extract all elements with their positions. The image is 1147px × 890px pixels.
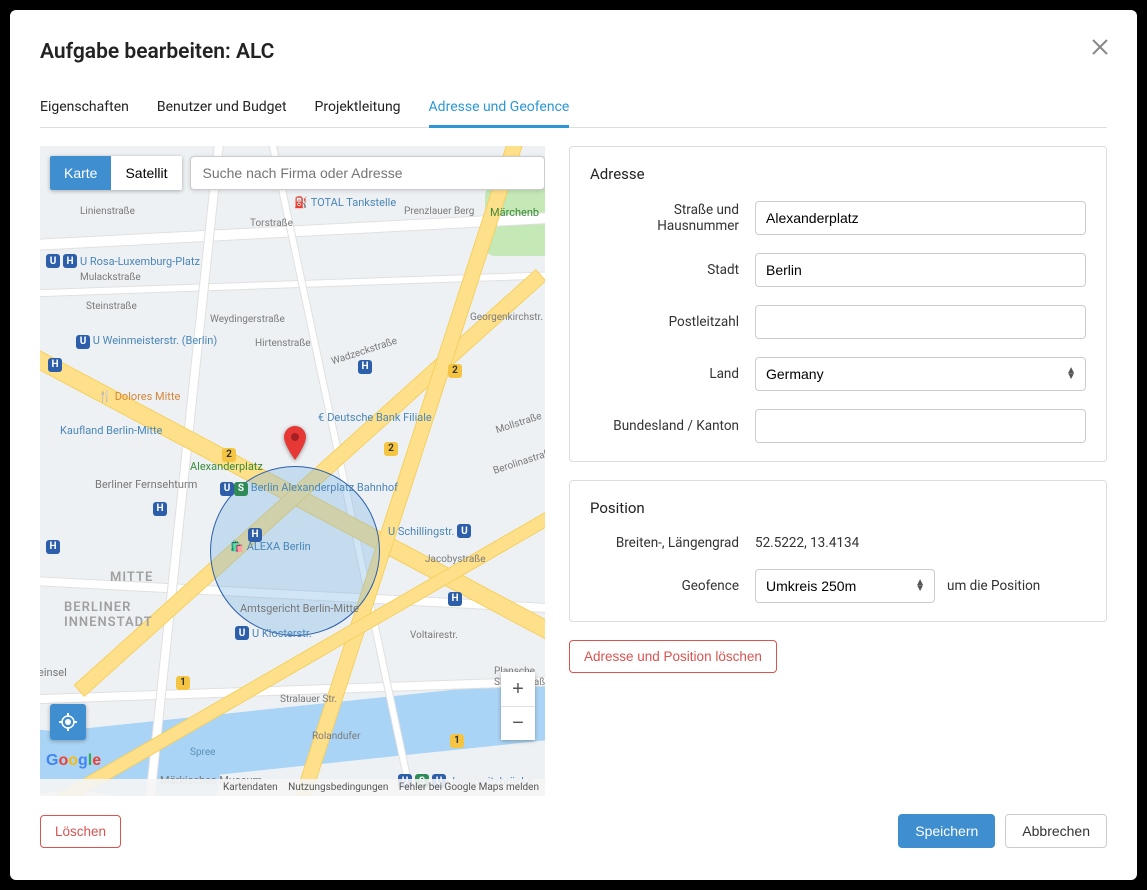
highway-badge: 1 — [176, 676, 190, 690]
map-attribution: Kartendaten Nutzungsbedingungen Fehler b… — [40, 779, 545, 796]
latlng-label: Breiten-, Längengrad — [590, 535, 755, 551]
highway-badge: 2 — [222, 448, 236, 462]
road-label: Mulackstraße — [80, 272, 141, 283]
district-label: MITTE — [110, 570, 153, 585]
road-label: Steinstraße — [86, 301, 137, 312]
geofence-label: Geofence — [590, 578, 755, 594]
modal-footer: Löschen Speichern Abbrechen — [40, 814, 1107, 848]
state-label: Bundesland / Kanton — [590, 418, 755, 434]
map-type-karte[interactable]: Karte — [50, 156, 111, 190]
transit-stop-icon: H — [248, 528, 262, 542]
highway-badge: 1 — [450, 734, 464, 748]
poi-kaufland: Kaufland Berlin-Mitte — [60, 424, 162, 437]
zoom-in-button[interactable]: + — [501, 672, 535, 706]
poi-amtsgericht: Amtsgericht Berlin-Mitte — [240, 602, 359, 615]
google-logo: Google — [46, 752, 101, 770]
map-search-input[interactable] — [190, 156, 545, 190]
map-footer-report[interactable]: Fehler bei Google Maps melden — [399, 782, 539, 793]
state-input[interactable] — [755, 409, 1086, 443]
tabs: Eigenschaften Benutzer und Budget Projek… — [40, 88, 1107, 128]
delete-button[interactable]: Löschen — [40, 815, 121, 848]
map[interactable]: Torstraße Linienstraße Mulackstraße Stei… — [40, 146, 545, 796]
zip-input[interactable] — [755, 305, 1086, 339]
position-panel-title: Position — [590, 499, 1086, 517]
tab-benutzer-budget[interactable]: Benutzer und Budget — [157, 89, 287, 128]
save-button[interactable]: Speichern — [898, 814, 995, 848]
map-footer-kartendaten[interactable]: Kartendaten — [223, 782, 278, 793]
district-label: BERLINER INNENSTADT — [64, 600, 153, 630]
street-input[interactable] — [755, 201, 1086, 235]
geofence-suffix: um die Position — [947, 578, 1040, 594]
transit-stop-icon: H — [153, 502, 167, 516]
poi-klosterstr: UU Klosterstr. — [235, 626, 312, 640]
poi-rosa-luxemburg: UHU Rosa-Luxemburg-Platz — [46, 254, 200, 268]
road-label: Hirtenstraße — [255, 338, 311, 349]
poi-total-tankstelle: ⛽TOTAL Tankstelle — [294, 196, 396, 209]
locate-button[interactable] — [50, 704, 86, 740]
cancel-button[interactable]: Abbrechen — [1005, 814, 1107, 848]
zoom-controls: + − — [501, 672, 535, 740]
poi-alexanderplatz: Alexanderplatz — [190, 460, 263, 473]
address-panel: Adresse Straße und Hausnummer Stadt Post… — [569, 146, 1107, 462]
map-marker-icon[interactable] — [284, 426, 306, 460]
map-type-satellit[interactable]: Satellit — [111, 156, 181, 190]
poi-schillingstr: U Schillingstr.U — [388, 524, 471, 538]
modal-title: Aufgabe bearbeiten: ALC — [40, 40, 1107, 64]
map-footer-terms[interactable]: Nutzungsbedingungen — [288, 782, 388, 793]
close-button[interactable] — [1091, 38, 1109, 56]
road-label: Weydingerstraße — [210, 314, 285, 325]
poi-fernsehturm: Berliner Fernsehturm — [95, 478, 197, 491]
map-type-toggle: Karte Satellit — [50, 156, 182, 190]
city-label: Stadt — [590, 262, 755, 278]
clear-address-button[interactable]: Adresse und Position löschen — [569, 640, 777, 673]
country-label: Land — [590, 366, 755, 382]
poi-alex-bahnhof: US Berlin Alexanderplatz Bahnhof — [220, 481, 398, 496]
highway-badge: 2 — [384, 442, 398, 456]
road-label: Georgenkirchstr. — [470, 312, 543, 323]
transit-stop-icon: H — [448, 592, 462, 606]
geofence-select[interactable]: Umkreis 250m — [755, 569, 935, 603]
transit-stop-icon: H — [48, 358, 62, 372]
street-label: Straße und Hausnummer — [590, 202, 755, 234]
tab-adresse-geofence[interactable]: Adresse und Geofence — [429, 89, 570, 128]
tab-eigenschaften[interactable]: Eigenschaften — [40, 89, 129, 128]
road-label: Voltairestr. — [410, 630, 458, 641]
country-select[interactable]: Germany — [755, 357, 1086, 391]
road-label: Stralauer Str. — [280, 694, 337, 705]
poi-weinmeister: U U Weinmeisterstr. (Berlin) — [76, 334, 217, 349]
water-label: Spree — [190, 747, 215, 758]
road-label: Torstraße — [250, 218, 293, 229]
road-label: Linienstraße — [80, 206, 135, 217]
poi-marchenb: Märchenb — [490, 206, 539, 219]
edit-task-modal: Aufgabe bearbeiten: ALC Eigenschaften Be… — [10, 10, 1137, 880]
latlng-value: 52.5222, 13.4134 — [755, 535, 1086, 551]
tab-projektleitung[interactable]: Projektleitung — [315, 89, 401, 128]
transit-stop-icon: H — [46, 540, 60, 554]
poi-dolores: 🍴Dolores Mitte — [98, 390, 180, 403]
position-panel: Position Breiten-, Längengrad 52.5222, 1… — [569, 480, 1107, 622]
transit-stop-icon: H — [358, 360, 372, 374]
city-input[interactable] — [755, 253, 1086, 287]
zoom-out-button[interactable]: − — [501, 706, 535, 740]
road-label: Jacobystraße — [425, 554, 486, 565]
highway-badge: 2 — [448, 364, 462, 378]
poi-alexa: 🛍️ALEXA Berlin — [230, 540, 311, 553]
address-panel-title: Adresse — [590, 165, 1086, 183]
poi-deutsche-bank: €Deutsche Bank Filiale — [318, 411, 432, 424]
road-label: Rolandufer — [312, 731, 360, 742]
road-label: Prenzlauer Berg — [404, 206, 474, 217]
poi-einsel: einsel — [40, 666, 67, 679]
zip-label: Postleitzahl — [590, 314, 755, 330]
